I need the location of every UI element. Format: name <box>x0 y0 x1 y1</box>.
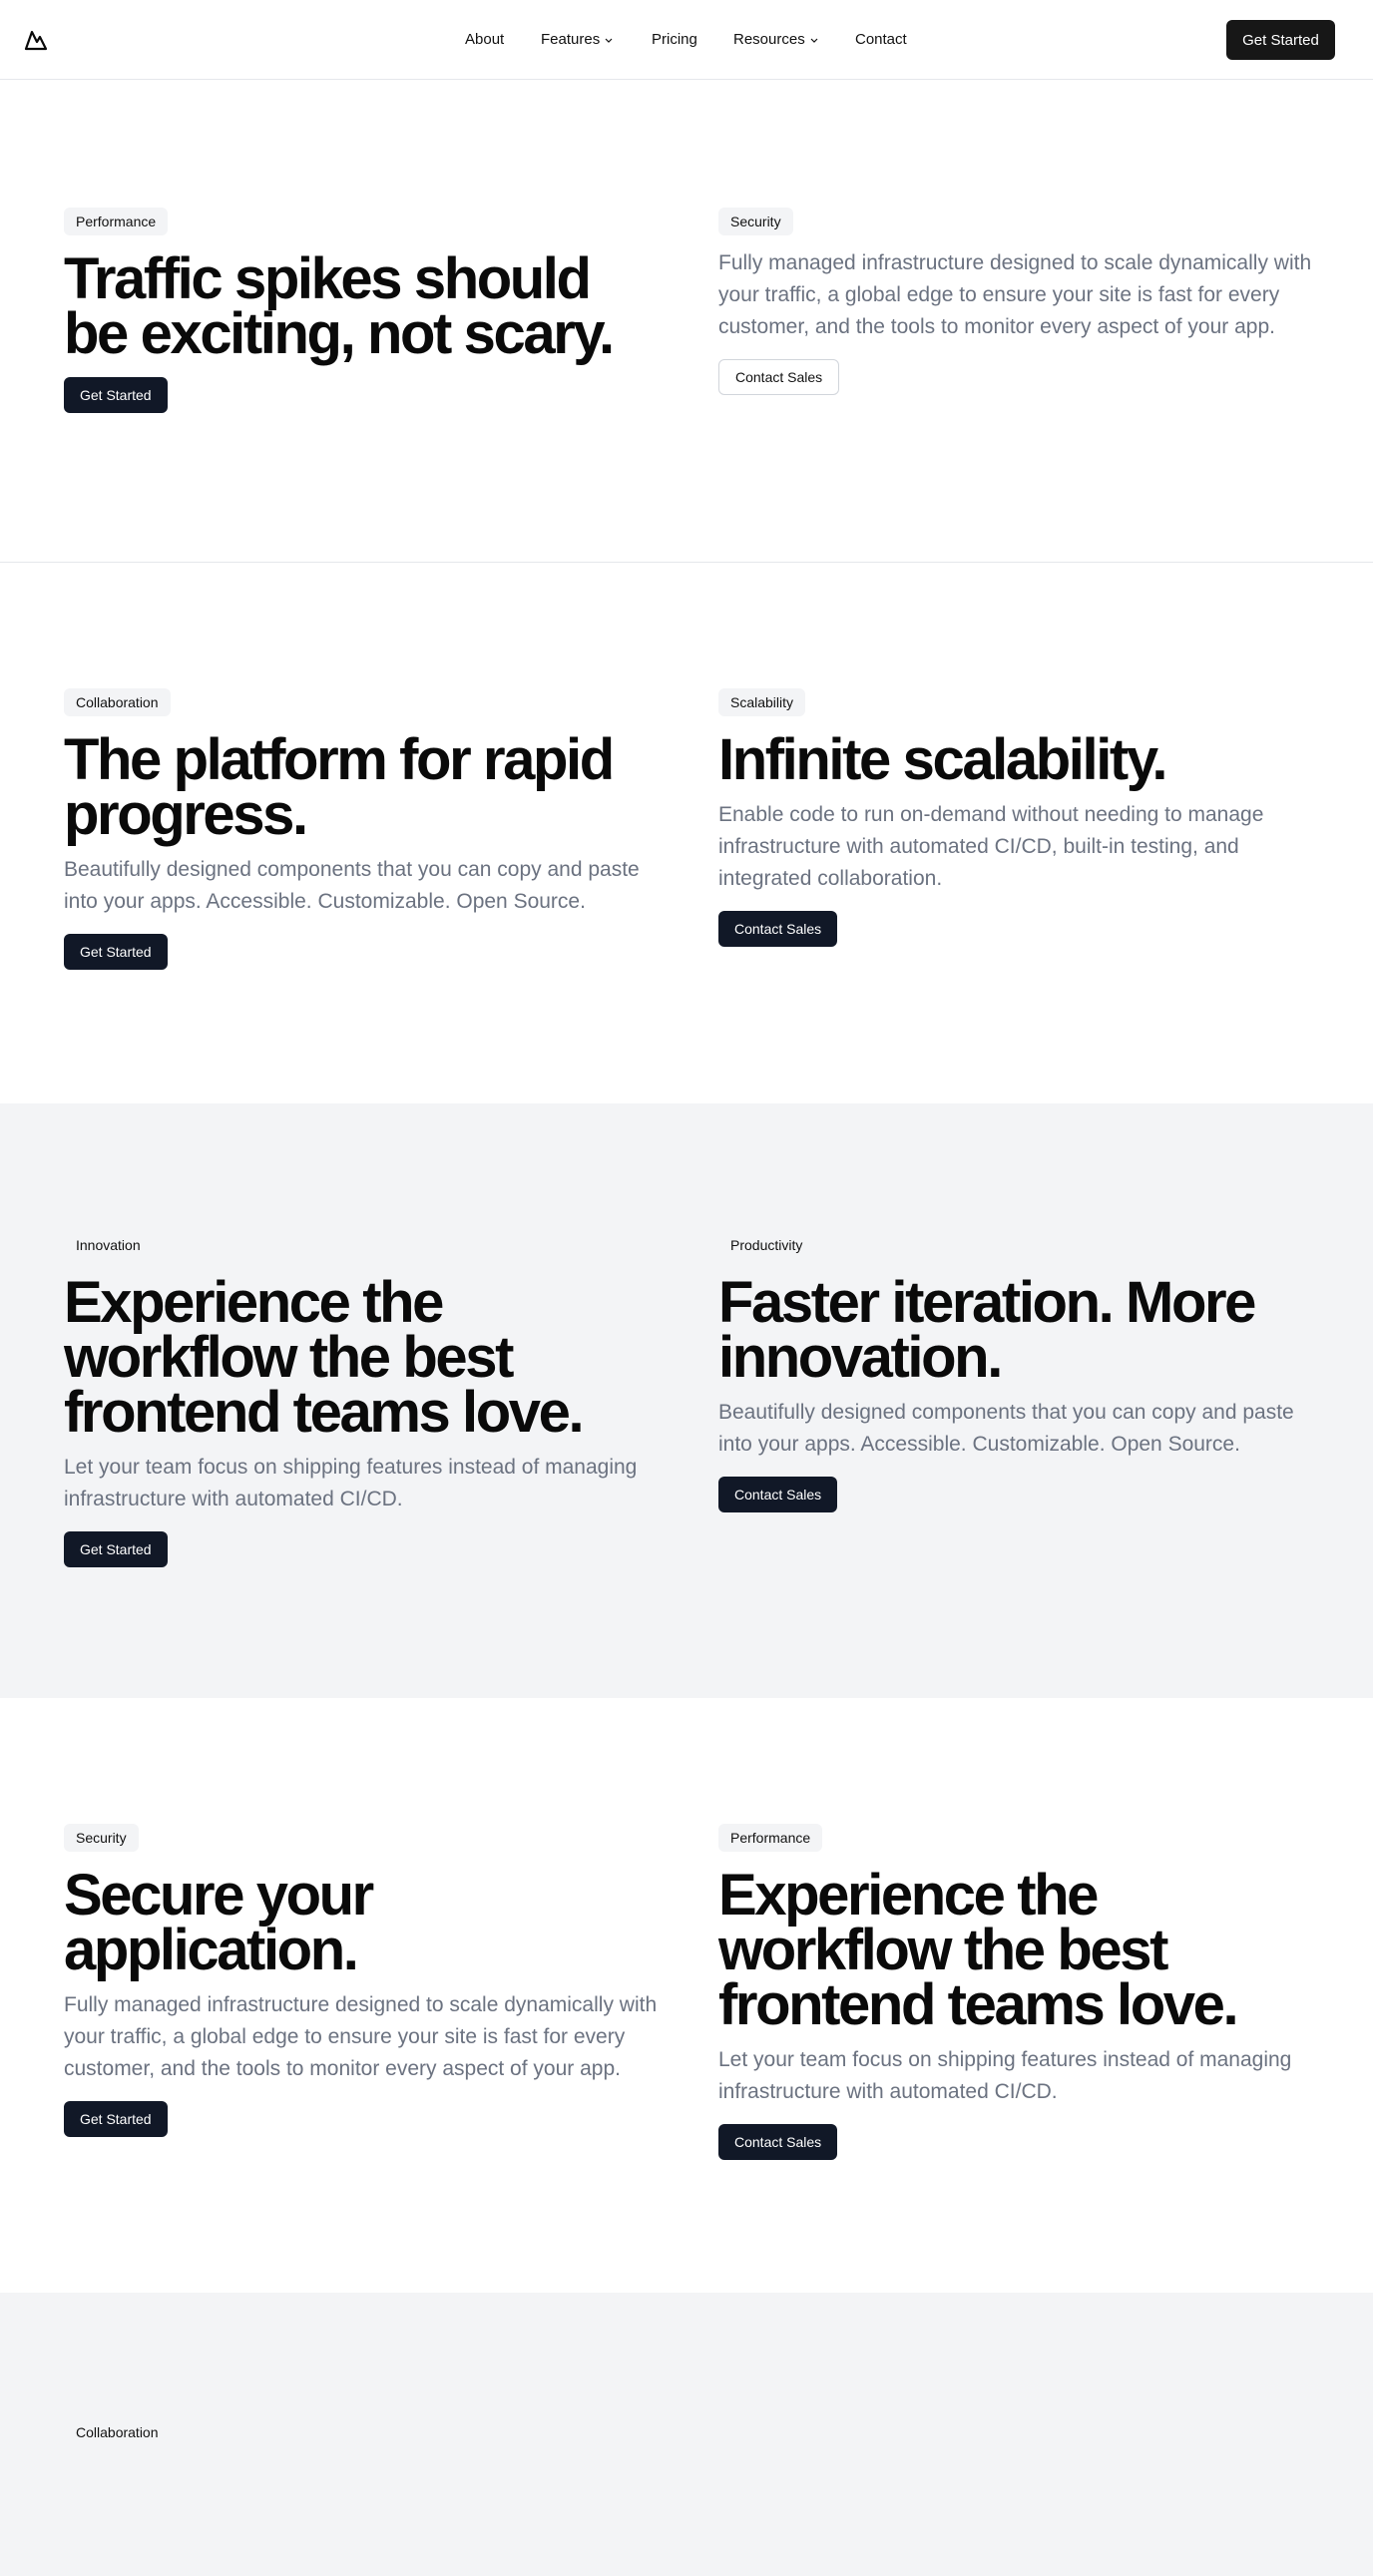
feature-column-left: Innovation Experience the workflow the b… <box>64 1231 663 1567</box>
feature-column-left: Security Secure your application. Fully … <box>64 1824 663 2137</box>
feature-headline: Infinite scalability. <box>718 727 1168 792</box>
contact-sales-button[interactable]: Contact Sales <box>718 911 838 947</box>
feature-headline: The platform for rapid progress. <box>64 727 615 847</box>
feature-column-right: Productivity Faster iteration. More inno… <box>718 1231 1317 1512</box>
feature-description: Fully managed infrastructure designed to… <box>64 1993 658 2080</box>
feature-description: Let your team focus on shipping features… <box>718 2048 1292 2103</box>
feature-headline: Experience the workflow the best fronten… <box>718 1863 1239 2037</box>
get-started-button[interactable]: Get Started <box>64 934 168 970</box>
nav-contact[interactable]: Contact <box>855 30 907 50</box>
site-header: About Features Pricing Resources Contact… <box>0 0 1373 80</box>
feature-column-right: Scalability Infinite scalability. Enable… <box>718 688 1317 947</box>
feature-section-1: Performance Traffic spikes should be exc… <box>0 80 1373 563</box>
feature-description: Let your team focus on shipping features… <box>64 1456 638 1510</box>
feature-section-5: Collaboration <box>0 2293 1373 2576</box>
nav-pricing[interactable]: Pricing <box>652 30 697 50</box>
feature-column-left: Performance Traffic spikes should be exc… <box>64 208 663 413</box>
nav-resources[interactable]: Resources <box>733 30 819 50</box>
get-started-button[interactable]: Get Started <box>64 377 168 413</box>
contact-sales-button[interactable]: Contact Sales <box>718 1477 838 1512</box>
nav-features-label: Features <box>541 31 601 48</box>
category-badge: Performance <box>64 208 169 235</box>
feature-headline: Experience the workflow the best fronten… <box>64 1270 585 1445</box>
nav-about[interactable]: About <box>465 30 504 50</box>
feature-section-4: Security Secure your application. Fully … <box>0 1698 1373 2293</box>
feature-description: Beautifully designed components that you… <box>718 1401 1294 1456</box>
chevron-down-icon <box>605 38 613 43</box>
nav-resources-label: Resources <box>733 31 805 48</box>
category-badge: Security <box>718 208 793 235</box>
chevron-down-icon <box>810 38 818 43</box>
contact-sales-button[interactable]: Contact Sales <box>718 359 840 395</box>
feature-column-left: Collaboration <box>64 2418 663 2446</box>
feature-description: Enable code to run on-demand without nee… <box>718 803 1264 890</box>
category-badge: Innovation <box>76 1237 141 1253</box>
get-started-button[interactable]: Get Started <box>64 2101 168 2137</box>
main-nav: About Features Pricing Resources Contact <box>0 0 1373 80</box>
nav-contact-label: Contact <box>855 31 907 48</box>
feature-headline: Faster iteration. More innovation. <box>718 1270 1256 1390</box>
feature-column-right: Security Fully managed infrastructure de… <box>718 208 1317 395</box>
contact-sales-button[interactable]: Contact Sales <box>718 2124 838 2160</box>
feature-section-2: Collaboration The platform for rapid pro… <box>0 563 1373 1103</box>
category-badge: Productivity <box>730 1237 803 1253</box>
nav-about-label: About <box>465 31 505 48</box>
category-badge: Collaboration <box>76 2424 159 2440</box>
feature-description: Fully managed infrastructure designed to… <box>718 251 1312 338</box>
nav-features[interactable]: Features <box>541 30 614 50</box>
feature-description: Beautifully designed components that you… <box>64 858 640 913</box>
category-badge: Security <box>64 1824 139 1852</box>
header-get-started-button[interactable]: Get Started <box>1226 20 1335 60</box>
nav-pricing-label: Pricing <box>652 31 697 48</box>
feature-column-right: Performance Experience the workflow the … <box>718 1824 1317 2160</box>
feature-column-left: Collaboration The platform for rapid pro… <box>64 688 663 970</box>
get-started-button[interactable]: Get Started <box>64 1531 168 1567</box>
category-badge: Collaboration <box>64 688 171 716</box>
feature-headline: Secure your application. <box>64 1863 374 1982</box>
feature-section-3: Innovation Experience the workflow the b… <box>0 1103 1373 1698</box>
category-badge: Scalability <box>718 688 806 716</box>
feature-headline: Traffic spikes should be exciting, not s… <box>64 246 615 366</box>
category-badge: Performance <box>718 1824 823 1852</box>
